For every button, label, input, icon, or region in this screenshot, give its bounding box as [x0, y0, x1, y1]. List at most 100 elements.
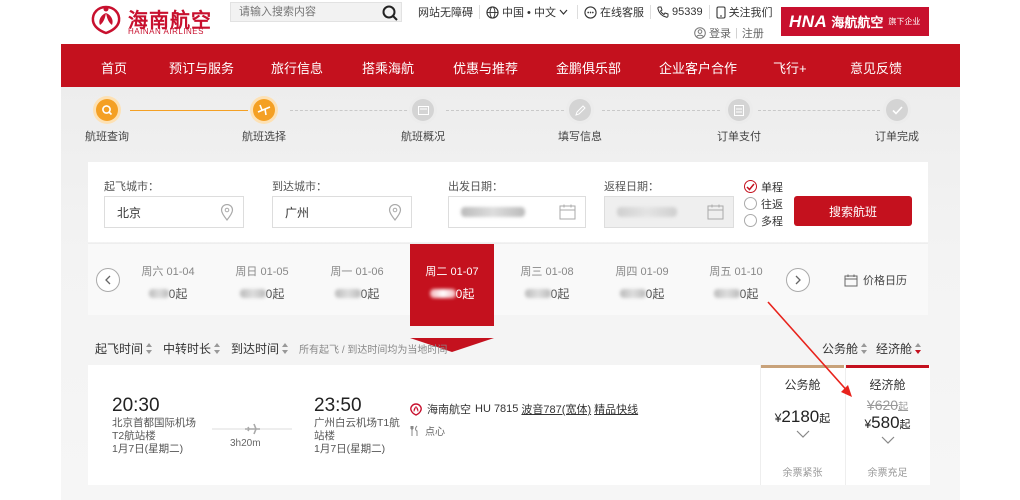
- sort-label: 中转时长: [163, 342, 212, 356]
- redacted-date: [617, 207, 677, 217]
- date-option[interactable]: 周五 01-10 0起: [694, 244, 778, 316]
- date-option[interactable]: 周一 01-06 0起: [315, 244, 399, 316]
- search-icon[interactable]: [381, 4, 399, 22]
- chat-icon: [584, 5, 597, 19]
- date-price: 0起: [168, 287, 188, 301]
- trip-type-roundtrip[interactable]: 往返: [744, 195, 783, 212]
- date-price: 0起: [550, 287, 570, 301]
- online-service-link[interactable]: 在线客服: [578, 5, 651, 19]
- fare-economy[interactable]: 经济舱 ¥620起 ¥580起 余票充足: [845, 365, 929, 485]
- hainan-airlines-logo[interactable]: 海南航空 HAINAN AIRLINES: [86, 3, 216, 37]
- trip-type-oneway[interactable]: 单程: [744, 178, 783, 195]
- date-day: 周三: [520, 266, 543, 278]
- to-city-field[interactable]: 广州: [272, 196, 412, 228]
- date-price: 0起: [739, 287, 759, 301]
- date-option-selected[interactable]: 周二 01-07 0起: [410, 244, 494, 352]
- nav-item-booking[interactable]: 预订与服务: [169, 58, 234, 77]
- chevron-down-icon: [559, 9, 568, 15]
- arrival-date: 1月7日(星期二): [314, 443, 386, 455]
- fare-business[interactable]: 公务舱 ¥2180起 余票紧张: [760, 365, 844, 485]
- date-option[interactable]: 周六 01-04 0起: [126, 244, 210, 316]
- login-link[interactable]: 登录: [709, 25, 731, 41]
- register-link[interactable]: 注册: [742, 25, 764, 41]
- step-flight-overview: 航班概况: [373, 99, 473, 144]
- trip-type-group: 单程 往返 多程: [744, 178, 783, 229]
- date-day: 周五: [709, 266, 732, 278]
- step-label: 订单完成: [875, 131, 919, 143]
- fare-price: ¥580起: [846, 413, 929, 433]
- redacted-date: [461, 207, 525, 217]
- arrival-info: 广州白云机场T1航 站楼 1月7日(星期二): [314, 417, 400, 456]
- nav-item-fly-hainan[interactable]: 搭乘海航: [362, 58, 414, 77]
- date-day: 周日: [235, 266, 258, 278]
- date-value: 01-09: [640, 266, 669, 278]
- site-search: [230, 2, 402, 22]
- flight-card: 20:30 北京首都国际机场 T2航站楼 1月7日(星期二) 3h20m 23:…: [88, 365, 930, 485]
- step-label: 航班选择: [242, 131, 286, 143]
- date-price: 0起: [265, 287, 285, 301]
- nav-item-fortune-wings[interactable]: 金鹏俱乐部: [556, 58, 621, 77]
- from-label: 起飞城市：: [104, 181, 159, 193]
- fare-accent: [846, 365, 929, 368]
- date-option[interactable]: 周三 01-08 0起: [505, 244, 589, 316]
- date-day: 周一: [330, 266, 353, 278]
- hna-group-badge[interactable]: HNA 海航航空 旗下企业: [781, 7, 929, 36]
- region-selector[interactable]: 中国 • 中文: [480, 5, 578, 19]
- nav-item-corporate[interactable]: 企业客户合作: [659, 58, 737, 77]
- price-suffix: 起: [898, 402, 909, 413]
- search-icon: [96, 99, 118, 121]
- search-flights-button[interactable]: 搜索航班: [794, 196, 912, 226]
- login-divider: |: [735, 27, 738, 39]
- step-flight-select: 航班选择: [214, 99, 314, 144]
- to-city-value: 广州: [285, 205, 310, 220]
- next-dates-button[interactable]: [786, 268, 810, 292]
- trip-type-multi[interactable]: 多程: [744, 212, 783, 229]
- from-city-value: 北京: [117, 205, 142, 220]
- date-value: 01-04: [166, 266, 195, 278]
- price-suffix: 起: [819, 413, 831, 425]
- follow-us-link[interactable]: 关注我们: [710, 5, 779, 19]
- sort-transfer[interactable]: 中转时长: [163, 340, 221, 357]
- redacted-price: [334, 289, 361, 298]
- nav-item-feedback[interactable]: 意见反馈: [850, 58, 902, 77]
- calendar-icon: [844, 274, 858, 286]
- departure-date: 1月7日(星期二): [112, 443, 184, 455]
- aircraft-type-link[interactable]: 波音787(宽体): [521, 401, 591, 417]
- airline-name: 海南航空: [427, 404, 471, 416]
- date-option[interactable]: 周日 01-05 0起: [220, 244, 304, 316]
- redacted-price: [524, 289, 551, 298]
- trip-type-label: 往返: [761, 198, 783, 211]
- product-link[interactable]: 精品快线: [594, 401, 638, 417]
- date-price: 0起: [645, 287, 665, 301]
- nav-item-fly-plus[interactable]: 飞行+: [773, 58, 807, 77]
- online-service-label: 在线客服: [599, 7, 644, 19]
- follow-us-label: 关注我们: [728, 7, 773, 19]
- phone-link[interactable]: 95339: [651, 5, 710, 19]
- redacted-price: [713, 289, 740, 298]
- date-option[interactable]: 周四 01-09 0起: [600, 244, 684, 316]
- return-date-field[interactable]: [604, 196, 734, 228]
- logo-text-en: HAINAN AIRLINES: [128, 27, 204, 36]
- hna-badge-logo: HNA: [789, 11, 828, 31]
- nav-item-travel-info[interactable]: 旅行信息: [271, 58, 323, 77]
- redacted-price: [239, 289, 266, 298]
- sort-business[interactable]: 公务舱: [822, 340, 868, 357]
- arrival-airport: 广州白云机场T1航: [314, 417, 400, 429]
- redacted-price: [619, 289, 646, 298]
- check-icon: [886, 99, 908, 121]
- calendar-icon: [707, 204, 724, 220]
- accessibility-link[interactable]: 网站无障碍: [412, 5, 480, 19]
- depart-date-field[interactable]: [448, 196, 586, 228]
- search-input[interactable]: [231, 3, 371, 21]
- nav-item-home[interactable]: 首页: [101, 58, 127, 77]
- prev-dates-button[interactable]: [96, 268, 120, 292]
- sort-dep-time[interactable]: 起飞时间: [95, 340, 153, 357]
- nav-item-offers[interactable]: 优惠与推荐: [453, 58, 518, 77]
- sort-economy[interactable]: 经济舱: [876, 340, 922, 357]
- fare-price: ¥2180起: [761, 407, 844, 427]
- price-calendar-button[interactable]: 价格日历: [844, 272, 907, 288]
- sort-arr-time[interactable]: 到达时间: [231, 340, 289, 357]
- from-city-field[interactable]: 北京: [104, 196, 244, 228]
- sort-caret-icon: [861, 343, 868, 354]
- date-day: 周四: [615, 266, 638, 278]
